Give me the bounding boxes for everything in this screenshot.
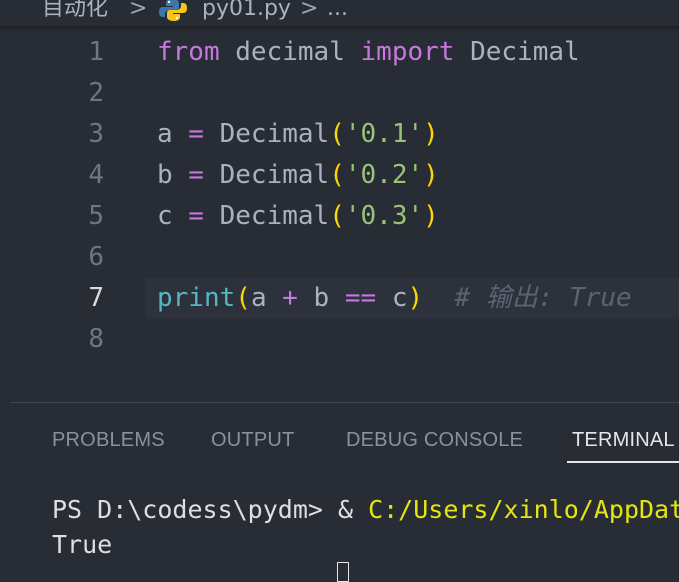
line-number: 3 <box>88 119 104 149</box>
class-token: Decimal <box>219 160 330 190</box>
line-number: 2 <box>88 78 104 108</box>
python-file-icon <box>159 0 187 21</box>
line-number: 6 <box>88 242 104 272</box>
keyword-token: import <box>360 37 455 67</box>
string-token: '0.1' <box>344 119 424 149</box>
bracket-token: ( <box>329 160 345 190</box>
class-token: Decimal <box>454 37 580 67</box>
bracket-token: ) <box>423 201 439 231</box>
code-line[interactable]: 8 <box>0 319 679 360</box>
code-text: a = Decimal('0.1') <box>157 114 439 155</box>
variable-token: b <box>297 283 345 313</box>
tab-debug-console[interactable]: DEBUG CONSOLE <box>346 429 523 452</box>
class-token: Decimal <box>219 119 330 149</box>
variable-token: a <box>157 119 173 149</box>
terminal-path: C:/Users/xinlo/AppData <box>368 495 679 524</box>
code-line[interactable]: 2 <box>0 73 679 114</box>
breadcrumb-separator-icon: > <box>129 0 148 21</box>
string-token: '0.3' <box>344 201 424 231</box>
operator-token: = <box>172 201 220 231</box>
operator-token: = <box>172 119 220 149</box>
variable-token: a <box>250 283 283 313</box>
operator-token: = <box>172 160 220 190</box>
panel-divider <box>10 402 679 403</box>
bracket-token: ( <box>329 201 345 231</box>
operator-token: + <box>282 283 298 313</box>
code-text: b = Decimal('0.2') <box>157 155 439 196</box>
function-token: print <box>157 283 236 313</box>
bracket-token: ) <box>407 283 424 313</box>
code-text: print(a + b == c) # 输出: True <box>157 278 632 319</box>
breadcrumb-separator-icon: > <box>300 0 319 21</box>
tab-output[interactable]: OUTPUT <box>211 429 294 452</box>
bracket-token: ( <box>329 119 345 149</box>
operator-token: == <box>344 283 377 313</box>
class-token: Decimal <box>219 201 330 231</box>
line-number: 1 <box>88 37 104 67</box>
line-number: 5 <box>88 201 104 231</box>
terminal-output: True <box>52 530 113 559</box>
variable-token: c <box>157 201 173 231</box>
breadcrumb-more[interactable]: ... <box>327 0 348 22</box>
code-line[interactable]: 6 <box>0 237 679 278</box>
breadcrumb-file[interactable]: py01.py <box>202 0 291 22</box>
bracket-token: ) <box>423 119 439 149</box>
panel-tabs: PROBLEMS OUTPUT DEBUG CONSOLE TERMINAL <box>0 405 679 465</box>
terminal-cursor <box>337 562 349 582</box>
code-line-current[interactable]: 7 print(a + b == c) # 输出: True <box>0 278 679 319</box>
breadcrumb: 目动化 > py01.py > ... <box>0 0 679 26</box>
bracket-token: ) <box>423 160 439 190</box>
variable-token: c <box>376 283 408 313</box>
string-token: '0.2' <box>344 160 424 190</box>
comment-token: # 输出: True <box>423 283 632 313</box>
line-number: 4 <box>88 160 104 190</box>
terminal-command-line: PS D:\codess\pydm> & C:/Users/xinlo/AppD… <box>52 492 679 528</box>
bracket-token: ( <box>235 283 251 313</box>
code-line[interactable]: 5 c = Decimal('0.3') <box>0 196 679 237</box>
code-text: c = Decimal('0.3') <box>157 196 439 237</box>
line-number-active: 7 <box>88 283 104 313</box>
module-token: decimal <box>219 37 361 67</box>
tab-problems[interactable]: PROBLEMS <box>52 429 165 452</box>
variable-token: b <box>157 160 173 190</box>
breadcrumb-folder[interactable]: 目动化 <box>42 0 108 22</box>
line-number: 8 <box>88 324 104 354</box>
keyword-token: from <box>157 37 220 67</box>
code-line[interactable]: 4 b = Decimal('0.2') <box>0 155 679 196</box>
code-line[interactable]: 1 from decimal import Decimal <box>0 32 679 73</box>
terminal-prompt: PS D:\codess\pydm> & <box>52 495 369 524</box>
code-editor[interactable]: 1 from decimal import Decimal 2 3 a = De… <box>0 32 679 372</box>
code-line[interactable]: 3 a = Decimal('0.1') <box>0 114 679 155</box>
active-tab-indicator <box>567 461 679 463</box>
code-text: from decimal import Decimal <box>157 32 580 73</box>
tab-terminal[interactable]: TERMINAL <box>572 429 675 452</box>
